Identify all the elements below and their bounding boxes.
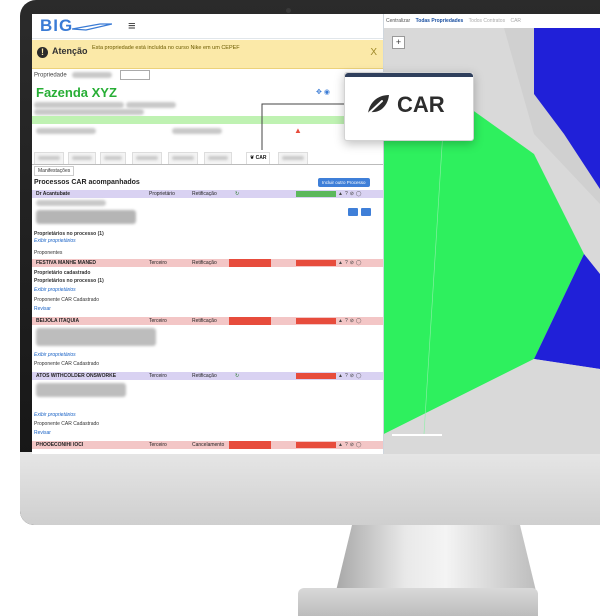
callout-label: CAR (397, 92, 445, 117)
car-callout: CAR (344, 72, 474, 141)
callout-connector (261, 103, 344, 150)
callout-top-bar (345, 73, 473, 77)
leaf-icon (367, 95, 389, 115)
